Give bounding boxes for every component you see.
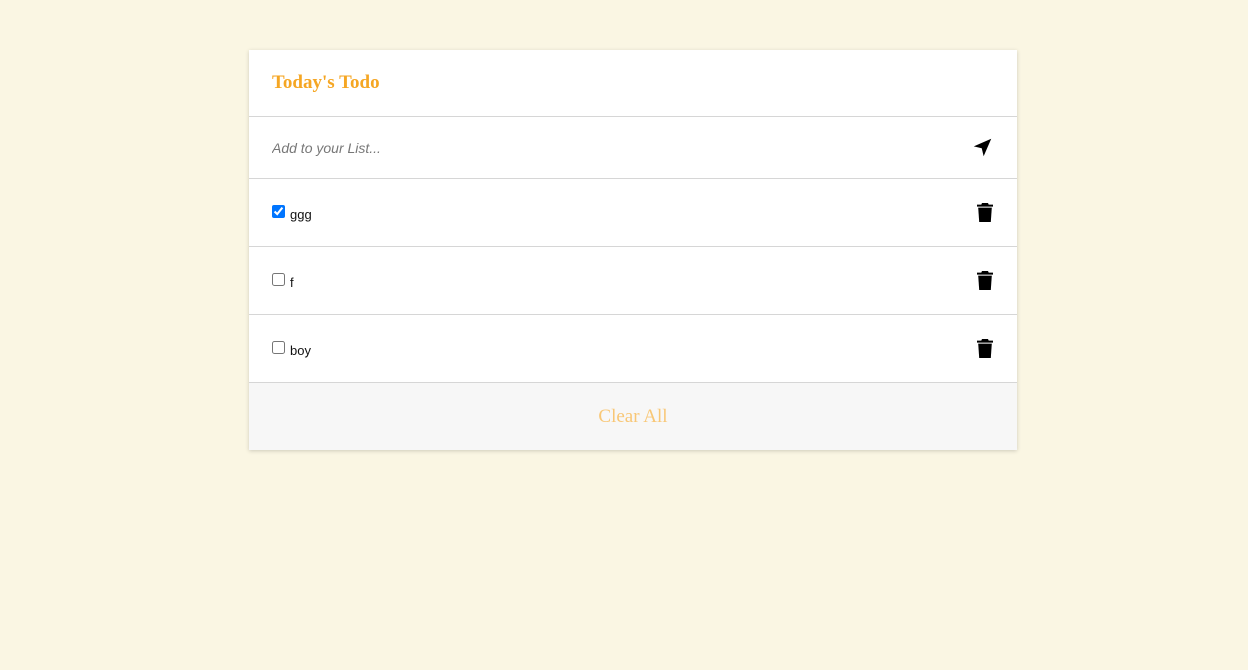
item-checkbox[interactable] xyxy=(272,341,285,354)
add-todo-input[interactable] xyxy=(272,135,971,160)
page-title: Today's Todo xyxy=(272,72,380,93)
todo-card: Today's Todo ggg f boy xyxy=(249,50,1017,450)
paper-plane-icon xyxy=(973,138,991,157)
list-item: ggg xyxy=(249,179,1017,247)
delete-item-button[interactable] xyxy=(976,203,994,223)
trash-icon xyxy=(977,339,993,358)
item-label: f xyxy=(290,274,294,290)
trash-icon xyxy=(977,203,993,222)
delete-item-button[interactable] xyxy=(976,271,994,291)
delete-item-button[interactable] xyxy=(976,339,994,359)
card-footer: Clear All xyxy=(249,383,1017,450)
add-row xyxy=(249,117,1017,179)
item-checkbox[interactable] xyxy=(272,273,285,286)
card-header: Today's Todo xyxy=(249,50,1017,117)
clear-all-button[interactable]: Clear All xyxy=(598,406,667,428)
item-label: boy xyxy=(290,342,311,358)
item-label: ggg xyxy=(290,206,312,222)
trash-icon xyxy=(977,271,993,290)
list-item: f xyxy=(249,247,1017,315)
add-todo-button[interactable] xyxy=(971,137,993,159)
item-checkbox[interactable] xyxy=(272,205,285,218)
list-item: boy xyxy=(249,315,1017,383)
